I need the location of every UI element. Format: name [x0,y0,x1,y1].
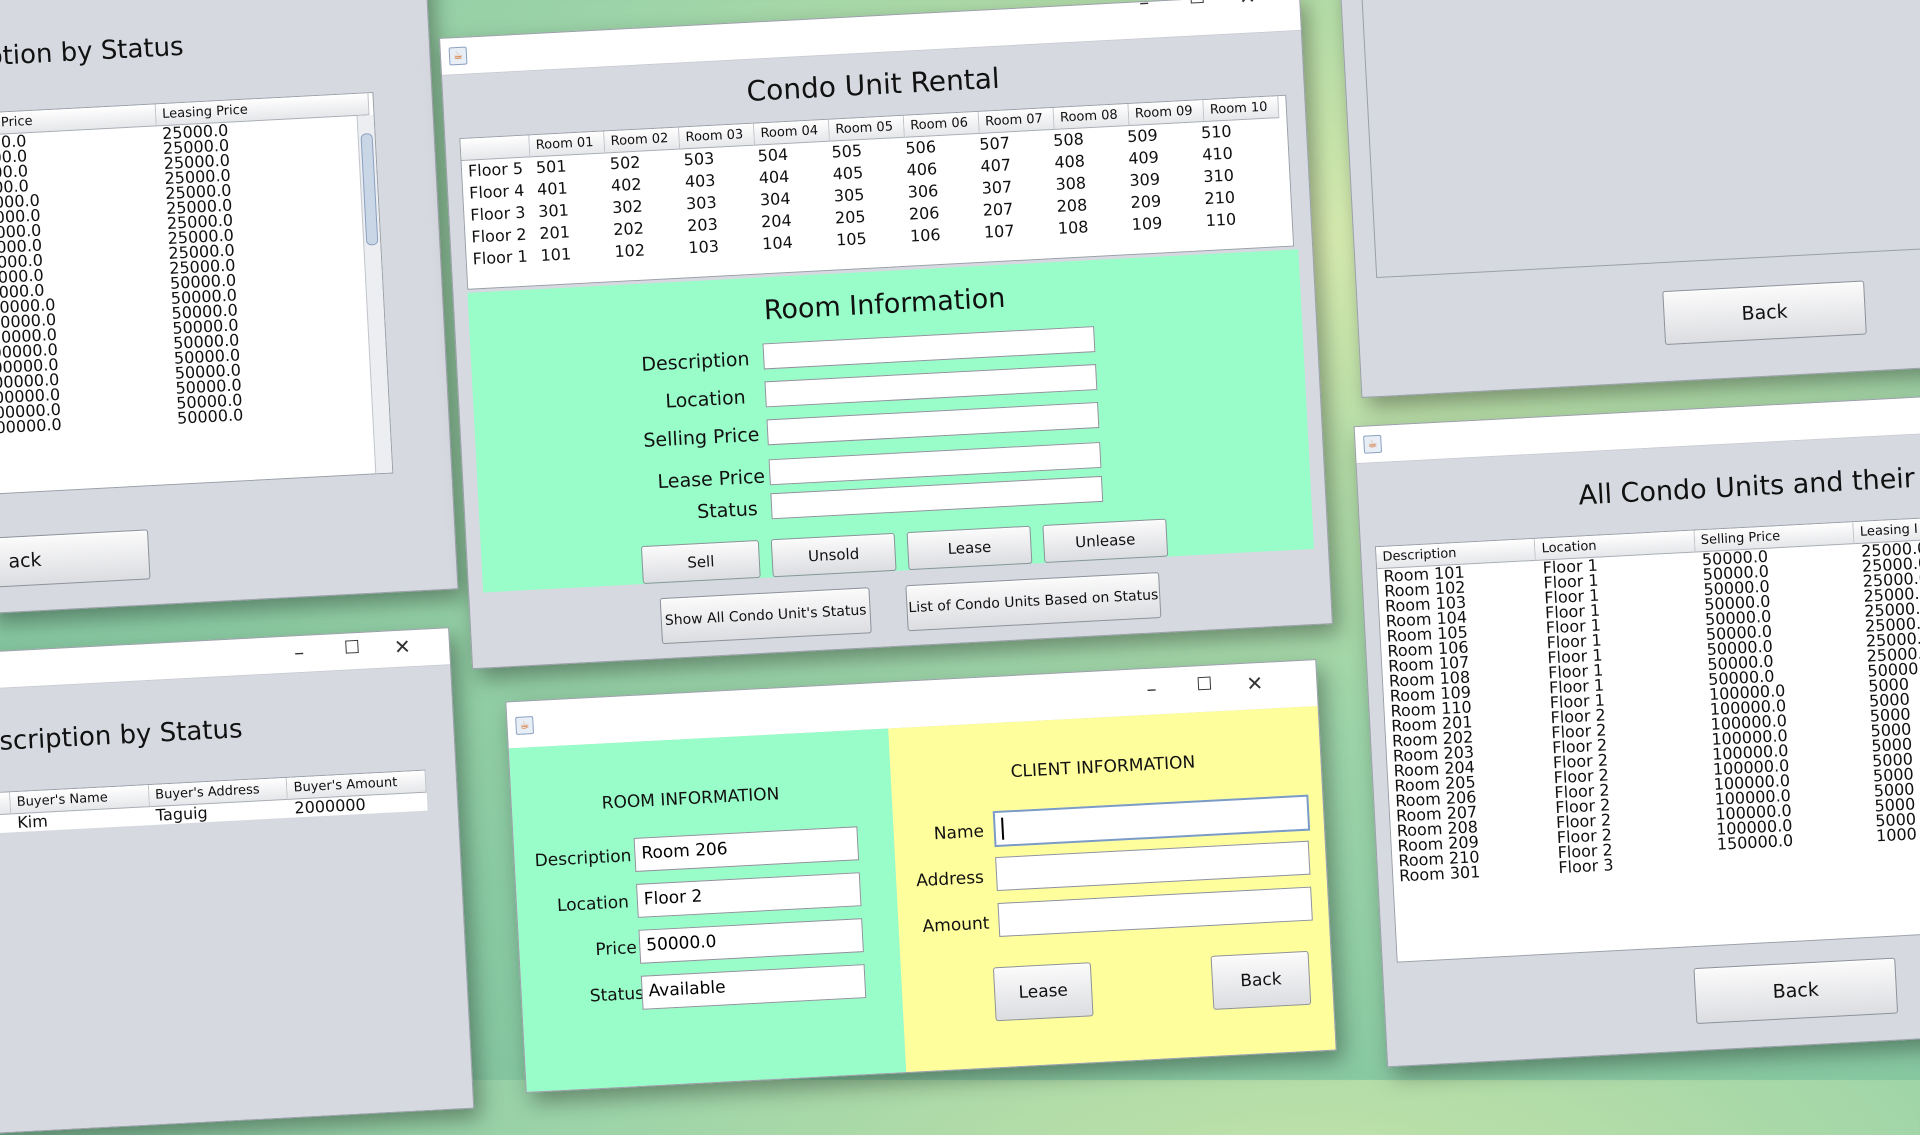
show-all-status-button[interactable]: Show All Condo Unit's Status [659,587,872,645]
table-cell: 107 [983,221,1015,242]
amount-field[interactable] [997,886,1313,937]
selling-price-label: Selling Price [642,423,760,452]
client-information-panel: CLIENT INFORMATION Name Address Amount L… [888,706,1336,1073]
list-by-status-button[interactable]: List of Condo Units Based on Status [905,572,1162,632]
back-button[interactable]: Back [1693,957,1899,1025]
table-body: 0000.0 25000.0 0000.0 25000.0 0000.0 25000.0 0… [0,115,389,438]
description-value: Room 206 [640,839,729,864]
lease-button[interactable]: Lease [906,525,1033,571]
status-field[interactable]: Available [640,964,867,1010]
title-bar: – ☐ ✕ [0,628,451,692]
description-field[interactable]: Room 206 [633,826,860,872]
title-bar: ☕ [1354,395,1920,465]
table-cell: 110 [1205,209,1237,231]
back-button[interactable]: Back [1210,950,1312,1010]
back-button[interactable]: Back [1662,280,1867,346]
status-description-window-top: iption by Status lling Price Leasing Pri… [0,0,459,614]
table-cell: 104 [761,232,794,254]
status-value: Available [648,977,727,1002]
location-value: Floor 2 [643,886,703,910]
address-field[interactable] [995,840,1311,892]
maximize-icon[interactable]: ☐ [1196,673,1213,695]
maximize-icon[interactable]: ☐ [1188,0,1205,9]
location-label: Location [556,892,630,917]
java-app-icon: ☕ [448,46,468,66]
minimize-icon[interactable]: – [1146,676,1157,700]
unlease-button[interactable]: Unlease [1042,518,1169,564]
amount-label: Amount [922,913,990,937]
room-info-title: ROOM INFORMATION [601,784,780,814]
location-label: Location [664,386,747,413]
selling-price-field[interactable] [766,402,1100,446]
table-cell: 108 [1057,217,1089,238]
data-table-panel: lling Price Leasing Price 0000.025000.00… [0,91,394,496]
location-field[interactable] [764,364,1098,408]
table-body: Room 101 Floor 1 50000.0 25000.0 Room 102 Flo… [1377,538,1920,885]
text-cursor [1001,817,1005,840]
description-label: Description [640,348,751,376]
room-information-panel: Room Information Description Location Se… [467,249,1314,593]
status-label: Status [589,983,645,1007]
table-cell: 103 [687,236,720,258]
java-app-icon: ☕ [515,716,535,735]
table-cell: 109 [1131,213,1163,234]
window-title: escription by Status [0,714,244,758]
minimize-icon[interactable]: – [1139,0,1150,14]
close-icon[interactable]: ✕ [1238,0,1256,9]
table-cell: 105 [835,228,868,250]
price-label: Price [594,937,638,961]
table-cell: 106 [909,225,942,246]
price-field[interactable]: 50000.0 [638,918,864,964]
client-info-title: CLIENT INFORMATION [1010,752,1196,783]
sell-button[interactable]: Sell [640,539,761,585]
address-label: Address [915,867,985,892]
lease-price-label: Lease Price [657,465,766,494]
back-button[interactable]: ack [0,529,151,588]
close-icon[interactable]: ✕ [1246,671,1264,696]
lease-button[interactable]: Lease [992,962,1094,1022]
name-label: Name [933,821,985,845]
all-units-table: Description Location Selling Price Leasi… [1374,515,1920,963]
room-information-panel: ROOM INFORMATION Description Room 206 Lo… [508,728,907,1092]
java-app-icon: ☕ [1363,434,1383,454]
condo-unit-rental-window: ☕ – ☐ ✕ Condo Unit Rental Room 01Room 02… [439,0,1333,670]
maximize-icon[interactable]: ☐ [343,637,360,659]
location-field[interactable]: Floor 2 [636,872,862,918]
table-cell: 102 [613,240,646,262]
window-title: All Condo Units and their St [1577,461,1920,512]
close-icon[interactable]: ✕ [393,634,411,659]
lease-dialog-window: ☕ – ☐ ✕ ROOM INFORMATION Description Roo… [505,659,1337,1093]
name-field[interactable] [992,794,1311,848]
minimize-icon[interactable]: – [294,640,305,664]
empty-table-panel [1360,0,1920,279]
status-window-top-right: Back [1339,0,1920,398]
all-condo-units-window: ☕ All Condo Units and their St Descripti… [1353,394,1920,1068]
description-label: Description [534,846,632,872]
scrollbar-thumb[interactable] [360,133,379,246]
window-title: iption by Status [0,31,185,73]
table-cell: 101 [540,244,572,265]
table-cell: Floor 1 [472,246,529,269]
buyer-description-window: – ☐ ✕ escription by Status Buyer's Name … [0,627,475,1135]
unsold-button[interactable]: Unsold [770,532,897,578]
description-field[interactable] [762,326,1096,370]
status-label: Status [696,497,759,524]
price-value: 50000.0 [645,931,717,956]
